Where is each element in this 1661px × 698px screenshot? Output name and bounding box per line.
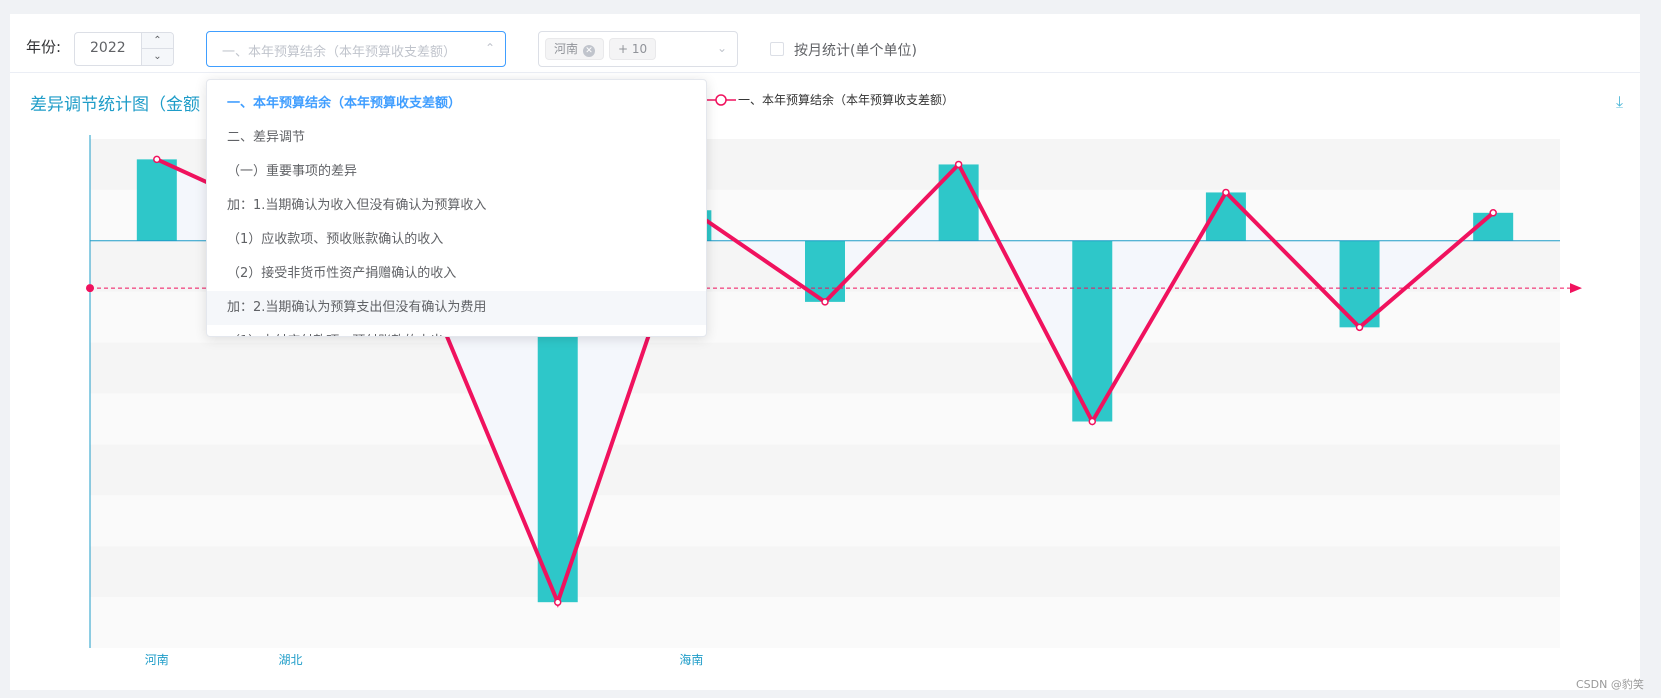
series-point xyxy=(1355,323,1364,332)
region-more-tag: + 10 xyxy=(609,38,657,60)
x-tick-label: 湖北 xyxy=(278,652,302,667)
dropdown-option[interactable]: （1）支付应付款项、预付账款的支出 xyxy=(207,325,706,336)
category-placeholder: 一、本年预算结余（本年预算收支差额） xyxy=(222,45,457,60)
legend-label[interactable]: 一、本年预算结余（本年预算收支差额） xyxy=(738,91,954,108)
x-tick-label: 河南 xyxy=(145,652,169,667)
chevron-up-icon: ⌃ xyxy=(484,41,495,55)
chart-bar xyxy=(938,164,979,241)
grid-band xyxy=(90,444,1560,496)
average-arrow xyxy=(1570,283,1582,294)
toolbar-divider xyxy=(10,72,1640,73)
chart-bar xyxy=(136,159,177,241)
close-icon[interactable]: ✕ xyxy=(583,45,596,57)
series-point xyxy=(1489,209,1497,217)
dropdown-option[interactable]: 加：2.当期确认为预算支出但没有确认为费用 xyxy=(207,291,706,325)
chevron-down-icon: ⌄ xyxy=(716,41,727,55)
dropdown-option[interactable]: 加：1.当期确认为收入但没有确认为预算收入 xyxy=(207,189,706,223)
grid-band xyxy=(90,495,1560,547)
grid-band xyxy=(90,342,1560,394)
dropdown-option[interactable]: （2）接受非货币性资产捐赠确认的收入 xyxy=(207,257,706,291)
dropdown-option[interactable]: （一）重要事项的差异 xyxy=(207,155,706,189)
series-point xyxy=(153,155,161,164)
grid-band xyxy=(90,597,1560,648)
chart-title: 差异调节统计图（金额 xyxy=(30,95,200,115)
year-label: 年份: xyxy=(26,38,62,56)
series-point xyxy=(954,160,963,169)
year-stepper[interactable]: 2022 ⌃ ⌄ xyxy=(74,32,174,66)
grid-band xyxy=(90,546,1560,598)
watermark: CSDN @豹笑 xyxy=(1576,678,1644,691)
monthly-checkbox[interactable] xyxy=(770,42,784,56)
region-tag[interactable]: 河南 ✕ xyxy=(545,38,605,60)
series-point xyxy=(1222,188,1230,197)
region-tag-label: 河南 xyxy=(554,42,579,56)
download-icon[interactable]: ⤓ xyxy=(1616,92,1623,112)
x-tick-label: 海南 xyxy=(679,652,703,667)
legend-line-icon[interactable] xyxy=(706,92,736,108)
dropdown-option[interactable]: 二、差异调节 xyxy=(207,121,706,155)
region-select[interactable]: 河南 ✕ + 10 ⌄ xyxy=(538,31,738,67)
category-dropdown: 一、本年预算结余（本年预算收支差额） 二、差异调节 （一）重要事项的差异 加：1… xyxy=(206,79,707,337)
increment-button[interactable]: ⌃ xyxy=(141,33,173,49)
year-value[interactable]: 2022 xyxy=(90,40,126,56)
dropdown-option[interactable]: 一、本年预算结余（本年预算收支差额） xyxy=(207,87,706,121)
dropdown-option[interactable]: （1）应收款项、预收账款确认的收入 xyxy=(207,223,706,257)
average-start-dot xyxy=(86,284,94,293)
decrement-button[interactable]: ⌄ xyxy=(141,49,173,65)
series-point xyxy=(821,298,829,306)
series-point xyxy=(553,598,562,606)
category-select[interactable]: 一、本年预算结余（本年预算收支差额） ⌃ xyxy=(206,31,506,67)
series-point xyxy=(1088,417,1097,426)
grid-band xyxy=(90,393,1560,445)
monthly-label[interactable]: 按月统计(单个单位) xyxy=(794,40,917,60)
